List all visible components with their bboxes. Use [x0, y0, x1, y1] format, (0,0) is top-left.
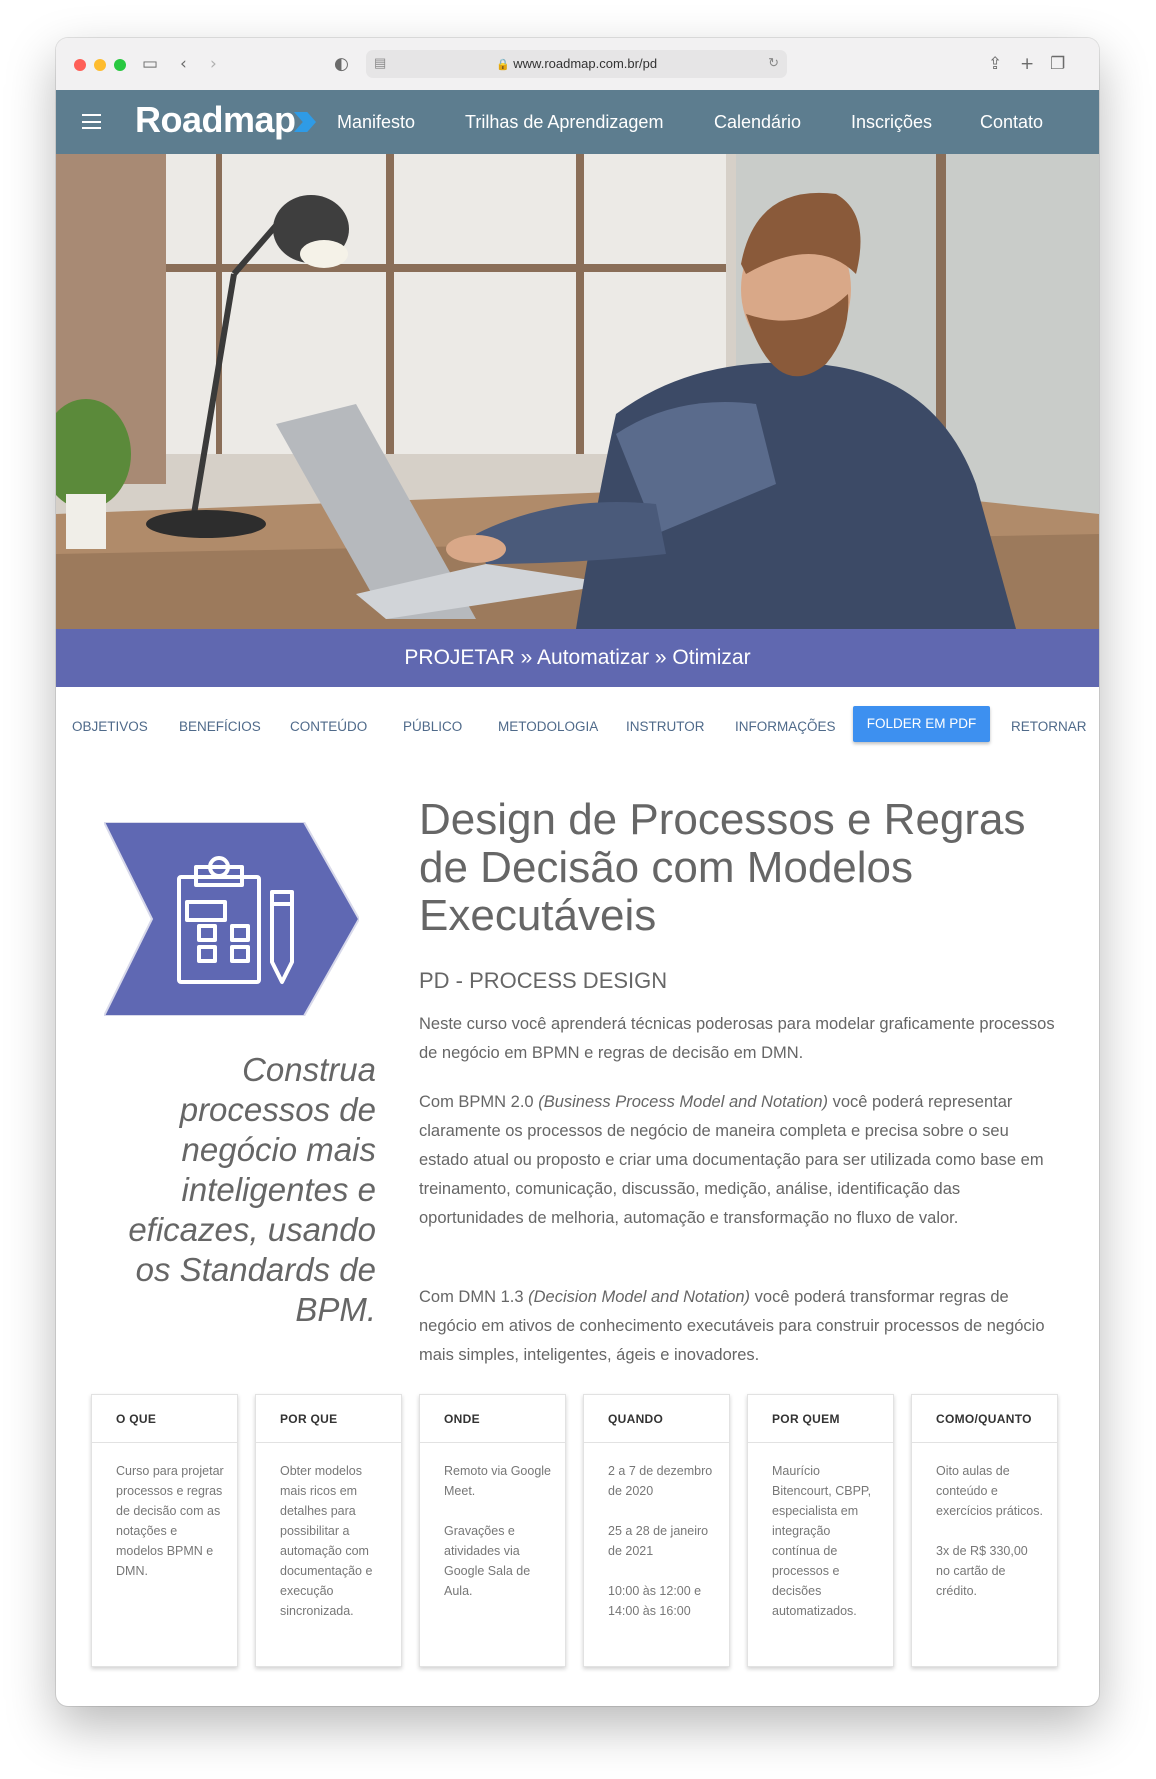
info-card-o-que: O QUE Curso para projetar processos e re… [91, 1394, 238, 1667]
card-text: 3x de R$ 330,00 no cartão de crédito. [936, 1544, 1028, 1598]
hero-illustration [56, 154, 1099, 629]
bpmn-text: você poderá representar claramente os pr… [419, 1093, 1044, 1227]
card-text: 25 a 28 de janeiro de 2021 [608, 1524, 709, 1558]
address-bar[interactable]: ▤ 🔒 www.roadmap.com.br/pd ↻ [366, 50, 787, 78]
card-text: Maurício Bitencourt, CBPP, especialista … [772, 1464, 872, 1618]
card-text: Oito aulas de conteúdo e exercícios prát… [936, 1464, 1043, 1518]
tabs-overview-icon[interactable]: ❐ [1050, 52, 1065, 76]
back-icon[interactable]: ‹ [180, 52, 187, 76]
dmn-prefix: Com DMN 1.3 [419, 1288, 529, 1306]
info-card-como-quanto: COMO/QUANTO Oito aulas de conteúdo e exe… [911, 1394, 1058, 1667]
card-heading: POR QUEM [748, 1395, 893, 1443]
nav-link-trilhas[interactable]: Trilhas de Aprendizagem [465, 112, 663, 133]
lock-icon: 🔒 [495, 59, 510, 71]
card-text: Remoto via Google Meet. [444, 1464, 552, 1498]
zoom-window-button[interactable] [114, 59, 126, 71]
roadmap-logo[interactable]: Roadmap [135, 99, 296, 141]
card-text: Obter modelos mais ricos em detalhes par… [280, 1464, 373, 1618]
card-text: 10:00 às 12:00 e 14:00 às 16:00 [608, 1584, 702, 1618]
course-tagline: Construa processos de negócio mais intel… [128, 1051, 376, 1328]
dmn-paragraph: Com DMN 1.3 (Decision Model and Notation… [419, 1283, 1059, 1370]
sidebar-icon[interactable]: ▭ [142, 52, 158, 76]
nav-link-calendario[interactable]: Calendário [714, 112, 801, 133]
forward-icon[interactable]: › [210, 52, 217, 76]
card-heading: O QUE [92, 1395, 237, 1443]
card-heading: QUANDO [584, 1395, 729, 1443]
close-window-button[interactable] [74, 59, 86, 71]
tab-metodologia[interactable]: METODOLOGIA [498, 719, 598, 734]
tab-beneficios[interactable]: BENEFÍCIOS [179, 719, 261, 734]
hero-image [56, 154, 1099, 629]
menu-icon[interactable] [82, 114, 101, 129]
browser-toolbar: ▭ ‹ › ◐ ▤ 🔒 www.roadmap.com.br/pd ↻ ⇪ + … [56, 38, 1099, 91]
course-badge [104, 822, 359, 1016]
reload-icon[interactable]: ↻ [768, 55, 779, 71]
course-code: PD - PROCESS DESIGN [419, 968, 668, 993]
info-card-onde: ONDE Remoto via Google Meet. Gravações e … [419, 1394, 566, 1667]
tab-informacoes[interactable]: INFORMAÇÕES [735, 719, 836, 734]
nav-link-manifesto[interactable]: Manifesto [337, 112, 415, 133]
info-card-quando: QUANDO 2 a 7 de dezembro de 2020 25 a 28 … [583, 1394, 730, 1667]
url-text: www.roadmap.com.br/pd [513, 56, 658, 71]
site-navbar: Roadmap Manifesto Trilhas de Aprendizage… [56, 90, 1099, 154]
bpmn-italic: (Business Process Model and Notation) [538, 1093, 829, 1111]
card-heading: ONDE [420, 1395, 565, 1443]
card-heading: COMO/QUANTO [912, 1395, 1057, 1443]
info-card-por-que: POR QUE Obter modelos mais ricos em deta… [255, 1394, 402, 1667]
browser-window: ▭ ‹ › ◐ ▤ 🔒 www.roadmap.com.br/pd ↻ ⇪ + … [56, 38, 1099, 1706]
card-heading: POR QUE [256, 1395, 401, 1443]
privacy-shield-icon[interactable]: ◐ [334, 52, 349, 76]
nav-link-inscricoes[interactable]: Inscrições [851, 112, 932, 133]
logo-arrow-icon [294, 112, 316, 132]
bpmn-prefix: Com BPMN 2.0 [419, 1093, 539, 1111]
card-text: Gravações e atividades via Google Sala d… [444, 1524, 531, 1598]
share-icon[interactable]: ⇪ [988, 52, 1002, 76]
bpmn-paragraph: Com BPMN 2.0 (Business Process Model and… [419, 1088, 1059, 1233]
tab-retornar[interactable]: RETORNAR [1011, 719, 1087, 734]
card-text: 2 a 7 de dezembro de 2020 [608, 1464, 713, 1498]
tab-publico[interactable]: PÚBLICO [403, 719, 462, 734]
dmn-italic: (Decision Model and Notation) [528, 1288, 751, 1306]
course-title: Design de Processos e Regras de Decisão … [419, 795, 1026, 940]
tab-instrutor[interactable]: INSTRUTOR [626, 719, 705, 734]
tab-conteudo[interactable]: CONTEÚDO [290, 719, 367, 734]
tab-objetivos[interactable]: OBJETIVOS [72, 719, 148, 734]
intro-paragraph: Neste curso você aprenderá técnicas pode… [419, 1015, 1055, 1062]
new-tab-icon[interactable]: + [1020, 52, 1034, 76]
nav-link-contato[interactable]: Contato [980, 112, 1043, 133]
info-card-por-quem: POR QUEM Maurício Bitencourt, CBPP, espe… [747, 1394, 894, 1667]
minimize-window-button[interactable] [94, 59, 106, 71]
folder-pdf-button[interactable]: FOLDER EM PDF [853, 706, 990, 742]
course-stage-banner: PROJETAR » Automatizar » Otimizar [56, 629, 1099, 687]
section-tabs: OBJETIVOS BENEFÍCIOS CONTEÚDO PÚBLICO ME… [56, 687, 1099, 765]
card-text: Curso para projetar processos e regras d… [116, 1464, 224, 1578]
